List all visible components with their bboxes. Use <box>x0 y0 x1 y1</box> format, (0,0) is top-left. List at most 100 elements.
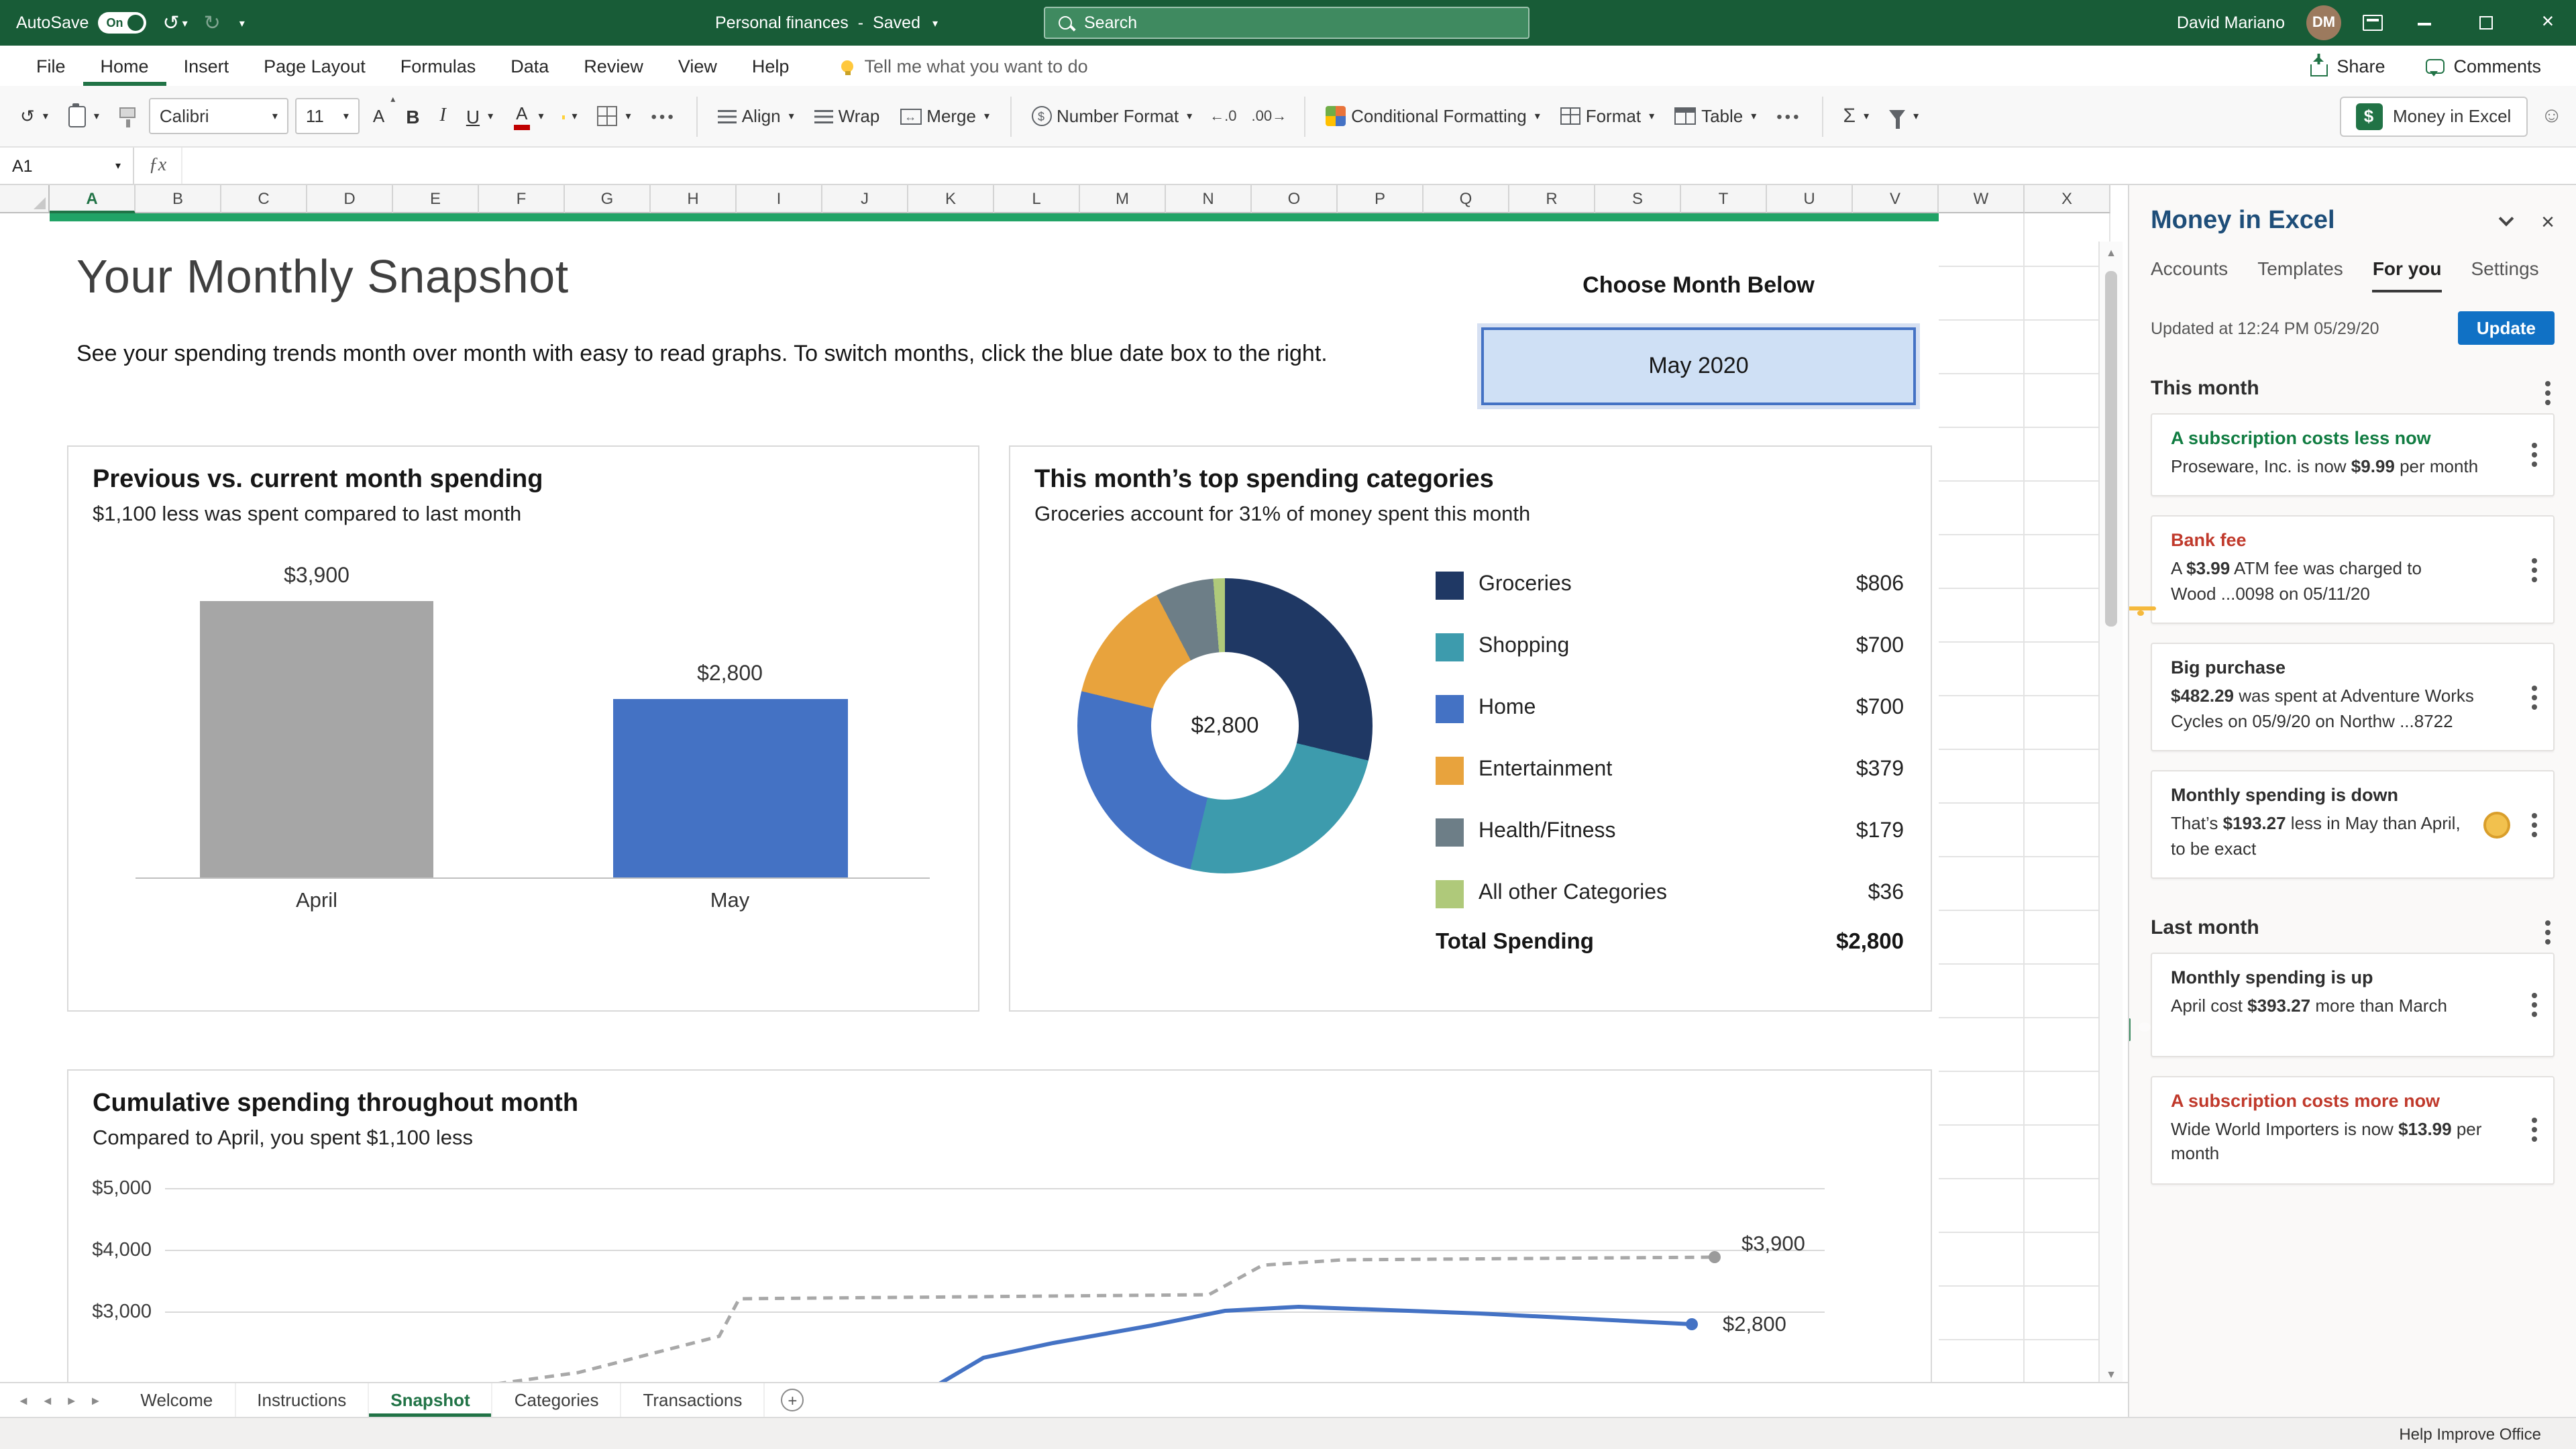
column-header-G[interactable]: G <box>565 185 651 213</box>
sheet-nav-last-icon[interactable]: ► <box>90 1393 102 1407</box>
insight-card-spending-down[interactable]: Monthly spending is down That’s $193.27 … <box>2151 770 2555 879</box>
column-header-C[interactable]: C <box>221 185 307 213</box>
column-header-P[interactable]: P <box>1338 185 1424 213</box>
sheet-tab-instructions[interactable]: Instructions <box>235 1383 370 1417</box>
decrease-decimal-button[interactable]: .00→ <box>1248 104 1291 128</box>
borders-button[interactable]: ▾ <box>591 101 638 131</box>
column-header-X[interactable]: X <box>2025 185 2110 213</box>
update-button[interactable]: Update <box>2457 311 2555 345</box>
card-menu-icon[interactable] <box>2532 812 2537 818</box>
scroll-up-icon[interactable]: ▲ <box>2100 247 2123 259</box>
fill-color-button[interactable]: ▾ <box>557 105 584 127</box>
menu-tab-help[interactable]: Help <box>735 46 807 86</box>
line-chart-card[interactable]: Cumulative spending throughout month Com… <box>67 1069 1932 1382</box>
ribbon-display-options-icon[interactable] <box>2363 15 2383 31</box>
column-header-H[interactable]: H <box>651 185 737 213</box>
month-select-box[interactable]: May 2020 <box>1481 327 1916 405</box>
sheet-tab-welcome[interactable]: Welcome <box>119 1383 236 1417</box>
column-header-I[interactable]: I <box>737 185 822 213</box>
table-button[interactable]: Table ▾ <box>1668 101 1763 131</box>
donut-chart-card[interactable]: This month’s top spending categories Gro… <box>1009 445 1932 1012</box>
card-menu-icon[interactable] <box>2532 1118 2537 1124</box>
column-header-F[interactable]: F <box>479 185 565 213</box>
menu-tab-view[interactable]: View <box>661 46 735 86</box>
ribbon-overflow-button[interactable]: ••• <box>1770 101 1808 131</box>
quick-access-icon[interactable]: ▾ <box>237 17 245 29</box>
menu-tab-file[interactable]: File <box>19 46 83 86</box>
sheet-nav-prev-icon[interactable]: ◄ <box>42 1393 54 1407</box>
column-header-E[interactable]: E <box>393 185 479 213</box>
new-sheet-button[interactable]: + <box>781 1389 804 1411</box>
document-title[interactable]: Personal finances - Saved ▾ <box>715 0 938 46</box>
insight-card-subscription-more[interactable]: A subscription costs more now Wide World… <box>2151 1075 2555 1185</box>
autosave-switch-icon[interactable]: On <box>98 12 147 34</box>
menu-tab-home[interactable]: Home <box>83 46 166 86</box>
card-menu-icon[interactable] <box>2532 443 2537 449</box>
vertical-scrollbar[interactable]: ▲ ▼ <box>2098 241 2123 1382</box>
insight-card-spending-up[interactable]: Monthly spending is up April cost $393.2… <box>2129 953 2555 1057</box>
bold-button[interactable]: B <box>399 100 426 132</box>
font-overflow-button[interactable]: ••• <box>645 101 683 131</box>
tell-me-button[interactable]: Tell me what you want to do <box>841 56 1088 76</box>
column-header-M[interactable]: M <box>1080 185 1166 213</box>
font-name-select[interactable]: Calibri ▾ <box>148 98 288 134</box>
bar-chart-card[interactable]: Previous vs. current month spending $1,1… <box>67 445 979 1012</box>
italic-button[interactable]: I <box>433 100 452 132</box>
increase-decimal-button[interactable]: ←.0 <box>1205 104 1240 128</box>
menu-tab-review[interactable]: Review <box>566 46 661 86</box>
sheet-nav-first-icon[interactable]: ◄ <box>17 1393 30 1407</box>
search-input[interactable]: Search <box>1044 7 1529 39</box>
column-header-Q[interactable]: Q <box>1424 185 1509 213</box>
sheet-tab-transactions[interactable]: Transactions <box>621 1383 765 1417</box>
chevron-down-icon[interactable] <box>2498 211 2514 227</box>
column-header-L[interactable]: L <box>994 185 1080 213</box>
pane-close-icon[interactable]: × <box>2541 210 2555 233</box>
insert-function-icon[interactable]: ƒx <box>134 148 182 184</box>
autosave-toggle[interactable]: AutoSave On <box>16 12 147 34</box>
insight-card-big-purchase[interactable]: Big purchase $482.29 was spent at Advent… <box>2151 643 2555 752</box>
scroll-down-icon[interactable]: ▼ <box>2100 1368 2123 1381</box>
name-box[interactable]: A1 ▾ <box>0 148 134 184</box>
help-improve-office-link[interactable]: Help Improve Office <box>2399 1424 2541 1443</box>
format-button[interactable]: Format ▾ <box>1554 101 1661 131</box>
number-format-button[interactable]: $ Number Format ▾ <box>1024 101 1199 131</box>
font-color-button[interactable]: A ▾ <box>506 97 550 135</box>
pane-tab-settings[interactable]: Settings <box>2471 258 2539 292</box>
pane-tab-for-you[interactable]: For you <box>2372 258 2442 292</box>
menu-tab-data[interactable]: Data <box>493 46 566 86</box>
column-header-U[interactable]: U <box>1767 185 1853 213</box>
share-button[interactable]: Share <box>2310 56 2385 76</box>
card-menu-icon[interactable] <box>2532 685 2537 691</box>
column-header-N[interactable]: N <box>1166 185 1252 213</box>
comments-button[interactable]: Comments <box>2425 56 2541 76</box>
pane-tab-accounts[interactable]: Accounts <box>2151 258 2228 292</box>
undo-icon[interactable]: ↺ ▾ <box>162 11 187 35</box>
vertical-scrollbar-thumb[interactable] <box>2105 271 2117 627</box>
close-button[interactable]: × <box>2528 11 2568 35</box>
minimize-button[interactable] <box>2404 12 2445 34</box>
money-in-excel-button[interactable]: $ Money in Excel <box>2339 96 2528 136</box>
insight-card-bank-fee[interactable]: Bank fee A $3.99 ATM fee was charged to … <box>2151 515 2555 625</box>
column-header-S[interactable]: S <box>1595 185 1681 213</box>
sheet-tab-snapshot[interactable]: Snapshot <box>369 1383 493 1417</box>
column-header-A[interactable]: A <box>50 185 136 213</box>
increase-font-size-button[interactable]: A <box>366 94 395 131</box>
sort-filter-button[interactable]: ▾ <box>1882 99 1925 133</box>
sheet-nav-next-icon[interactable]: ► <box>66 1393 78 1407</box>
pane-tab-templates[interactable]: Templates <box>2257 258 2343 292</box>
column-header-R[interactable]: R <box>1509 185 1595 213</box>
select-all-corner[interactable] <box>0 185 50 213</box>
feedback-icon[interactable]: ☺ <box>2540 104 2563 128</box>
card-menu-icon[interactable] <box>2532 992 2537 998</box>
column-header-B[interactable]: B <box>136 185 221 213</box>
menu-tab-insert[interactable]: Insert <box>166 46 247 86</box>
format-painter-button[interactable] <box>113 101 142 131</box>
align-button[interactable]: Align ▾ <box>711 101 801 131</box>
title-caret-icon[interactable]: ▾ <box>932 17 938 29</box>
section-menu-icon[interactable] <box>2545 380 2551 386</box>
column-header-D[interactable]: D <box>307 185 393 213</box>
column-header-W[interactable]: W <box>1939 185 2025 213</box>
menu-tab-page-layout[interactable]: Page Layout <box>246 46 383 86</box>
conditional-formatting-button[interactable]: Conditional Formatting ▾ <box>1319 101 1547 131</box>
wrap-button[interactable]: Wrap <box>808 101 887 131</box>
